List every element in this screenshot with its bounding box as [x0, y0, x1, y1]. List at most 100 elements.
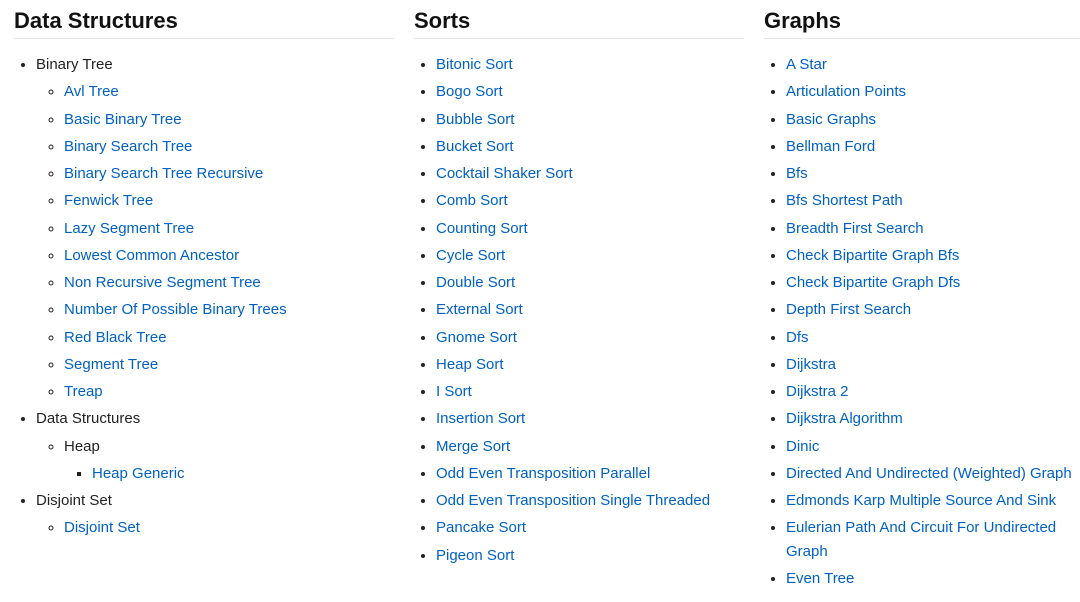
link-red-black-tree[interactable]: Red Black Tree	[64, 329, 167, 346]
list-item-basic-graphs: Basic Graphs	[786, 108, 1080, 131]
graph-link-even-tree[interactable]: Even Tree	[786, 570, 854, 587]
list-item-check-bipartite-graph-dfs: Check Bipartite Graph Dfs	[786, 271, 1080, 294]
label-heap: Heap	[64, 438, 100, 455]
link-fenwick-tree[interactable]: Fenwick Tree	[64, 192, 153, 209]
sort-link-gnome-sort[interactable]: Gnome Sort	[436, 329, 517, 346]
list-item-treap: Treap	[64, 380, 394, 403]
sort-link-bucket-sort[interactable]: Bucket Sort	[436, 138, 514, 155]
link-treap[interactable]: Treap	[64, 383, 103, 400]
graph-link-basic-graphs[interactable]: Basic Graphs	[786, 111, 876, 128]
graph-link-articulation-points[interactable]: Articulation Points	[786, 83, 906, 100]
list-item-red-black-tree: Red Black Tree	[64, 326, 394, 349]
sort-link-i-sort[interactable]: I Sort	[436, 383, 472, 400]
list-item-bfs-shortest-path: Bfs Shortest Path	[786, 189, 1080, 212]
list-item-lowest-common-ancestor: Lowest Common Ancestor	[64, 244, 394, 267]
link-binary-search-tree-recursive[interactable]: Binary Search Tree Recursive	[64, 165, 263, 182]
sort-link-bitonic-sort[interactable]: Bitonic Sort	[436, 56, 513, 73]
list-item-cocktail-shaker-sort: Cocktail Shaker Sort	[436, 162, 744, 185]
sublist-data-structures: Heap Heap Generic	[36, 435, 394, 486]
graph-link-depth-first-search[interactable]: Depth First Search	[786, 301, 911, 318]
column-graphs: Graphs A StarArticulation PointsBasic Gr…	[764, 8, 1080, 594]
sort-link-pigeon-sort[interactable]: Pigeon Sort	[436, 547, 514, 564]
link-segment-tree[interactable]: Segment Tree	[64, 356, 158, 373]
graph-link-dijkstra[interactable]: Dijkstra	[786, 356, 836, 373]
list-item-heap-generic: Heap Generic	[92, 462, 394, 485]
graph-link-directed-and-undirected-weighted-graph[interactable]: Directed And Undirected (Weighted) Graph	[786, 465, 1072, 482]
graph-link-a-star[interactable]: A Star	[786, 56, 827, 73]
list-item-lazy-segment-tree: Lazy Segment Tree	[64, 217, 394, 240]
graph-link-dijkstra-2[interactable]: Dijkstra 2	[786, 383, 849, 400]
list-item-avl-tree: Avl Tree	[64, 80, 394, 103]
sort-link-cycle-sort[interactable]: Cycle Sort	[436, 247, 505, 264]
label-binary-tree: Binary Tree	[36, 56, 113, 73]
list-item-odd-even-transposition-single-threaded: Odd Even Transposition Single Threaded	[436, 489, 744, 512]
sort-link-odd-even-transposition-single-threaded[interactable]: Odd Even Transposition Single Threaded	[436, 492, 710, 509]
list-item-pancake-sort: Pancake Sort	[436, 516, 744, 539]
link-basic-binary-tree[interactable]: Basic Binary Tree	[64, 111, 182, 128]
list-item-i-sort: I Sort	[436, 380, 744, 403]
list-item-double-sort: Double Sort	[436, 271, 744, 294]
list-item-cycle-sort: Cycle Sort	[436, 244, 744, 267]
graph-link-bellman-ford[interactable]: Bellman Ford	[786, 138, 875, 155]
list-item-dijkstra-2: Dijkstra 2	[786, 380, 1080, 403]
column-sorts: Sorts Bitonic Sort Bogo Sort Bubble Sort Bu…	[414, 8, 744, 594]
list-item-basic-binary-tree: Basic Binary Tree	[64, 108, 394, 131]
sort-link-external-sort[interactable]: External Sort	[436, 301, 523, 318]
link-lazy-segment-tree[interactable]: Lazy Segment Tree	[64, 220, 194, 237]
columns-container: Data Structures Binary Tree Avl Tree Basic…	[14, 8, 1066, 594]
list-item-bubble-sort: Bubble Sort	[436, 108, 744, 131]
sort-link-counting-sort[interactable]: Counting Sort	[436, 220, 528, 237]
list-item-heap-sort: Heap Sort	[436, 353, 744, 376]
sublist-disjoint-set: Disjoint Set	[36, 516, 394, 539]
list-item-segment-tree: Segment Tree	[64, 353, 394, 376]
list-item-pigeon-sort: Pigeon Sort	[436, 544, 744, 567]
graph-link-check-bipartite-graph-bfs[interactable]: Check Bipartite Graph Bfs	[786, 247, 959, 264]
heading-sorts: Sorts	[414, 8, 744, 39]
list-item-edmonds-karp-multiple-source-and-sink: Edmonds Karp Multiple Source And Sink	[786, 489, 1080, 512]
list-item-breadth-first-search: Breadth First Search	[786, 217, 1080, 240]
list-item-gnome-sort: Gnome Sort	[436, 326, 744, 349]
list-item-fenwick-tree: Fenwick Tree	[64, 189, 394, 212]
link-binary-search-tree[interactable]: Binary Search Tree	[64, 138, 192, 155]
list-item-check-bipartite-graph-bfs: Check Bipartite Graph Bfs	[786, 244, 1080, 267]
link-non-recursive-segment-tree[interactable]: Non Recursive Segment Tree	[64, 274, 261, 291]
list-item-counting-sort: Counting Sort	[436, 217, 744, 240]
link-number-of-possible-binary-trees[interactable]: Number Of Possible Binary Trees	[64, 301, 287, 318]
sort-link-merge-sort[interactable]: Merge Sort	[436, 438, 510, 455]
sort-link-insertion-sort[interactable]: Insertion Sort	[436, 410, 525, 427]
link-lowest-common-ancestor[interactable]: Lowest Common Ancestor	[64, 247, 239, 264]
sublist-binary-tree: Avl Tree Basic Binary Tree Binary Search T…	[36, 80, 394, 403]
sublist-heap: Heap Generic	[64, 462, 394, 485]
list-item-bitonic-sort: Bitonic Sort	[436, 53, 744, 76]
graph-link-breadth-first-search[interactable]: Breadth First Search	[786, 220, 924, 237]
graph-link-bfs-shortest-path[interactable]: Bfs Shortest Path	[786, 192, 903, 209]
list-item-disjoint-set: Disjoint SetDisjoint Set	[36, 489, 394, 540]
graph-link-edmonds-karp-multiple-source-and-sink[interactable]: Edmonds Karp Multiple Source And Sink	[786, 492, 1056, 509]
sort-link-comb-sort[interactable]: Comb Sort	[436, 192, 508, 209]
list-item-merge-sort: Merge Sort	[436, 435, 744, 458]
graph-link-check-bipartite-graph-dfs[interactable]: Check Bipartite Graph Dfs	[786, 274, 960, 291]
sort-link-odd-even-transposition-parallel[interactable]: Odd Even Transposition Parallel	[436, 465, 650, 482]
sort-link-cocktail-shaker-sort[interactable]: Cocktail Shaker Sort	[436, 165, 573, 182]
sort-link-bubble-sort[interactable]: Bubble Sort	[436, 111, 514, 128]
link-avl-tree[interactable]: Avl Tree	[64, 83, 119, 100]
list-item-binary-search-tree: Binary Search Tree	[64, 135, 394, 158]
list-item-a-star: A Star	[786, 53, 1080, 76]
graphs-list: A Star Articulation Points Basic Graphs Bel…	[764, 53, 1080, 590]
sort-link-double-sort[interactable]: Double Sort	[436, 274, 515, 291]
graph-link-dinic[interactable]: Dinic	[786, 438, 819, 455]
sort-link-heap-sort[interactable]: Heap Sort	[436, 356, 504, 373]
graph-link-dfs[interactable]: Dfs	[786, 329, 809, 346]
list-item-bellman-ford: Bellman Ford	[786, 135, 1080, 158]
list-item-directed-and-undirected-weighted-graph: Directed And Undirected (Weighted) Graph	[786, 462, 1080, 485]
sort-link-bogo-sort[interactable]: Bogo Sort	[436, 83, 503, 100]
graph-link-dijkstra-algorithm[interactable]: Dijkstra Algorithm	[786, 410, 903, 427]
list-item-dfs: Dfs	[786, 326, 1080, 349]
list-item-non-recursive-segment-tree: Non Recursive Segment Tree	[64, 271, 394, 294]
graph-link-eulerian-path-and-circuit-for-undirected-graph[interactable]: Eulerian Path And Circuit For Undirected…	[786, 519, 1056, 559]
list-item-binary-tree: Binary Tree Avl Tree Basic Binary Tree Bina…	[36, 53, 394, 403]
link-heap-generic[interactable]: Heap Generic	[92, 465, 185, 482]
heading-data-structures: Data Structures	[14, 8, 394, 39]
graph-link-bfs[interactable]: Bfs	[786, 165, 808, 182]
list-item-even-tree: Even Tree	[786, 567, 1080, 590]
